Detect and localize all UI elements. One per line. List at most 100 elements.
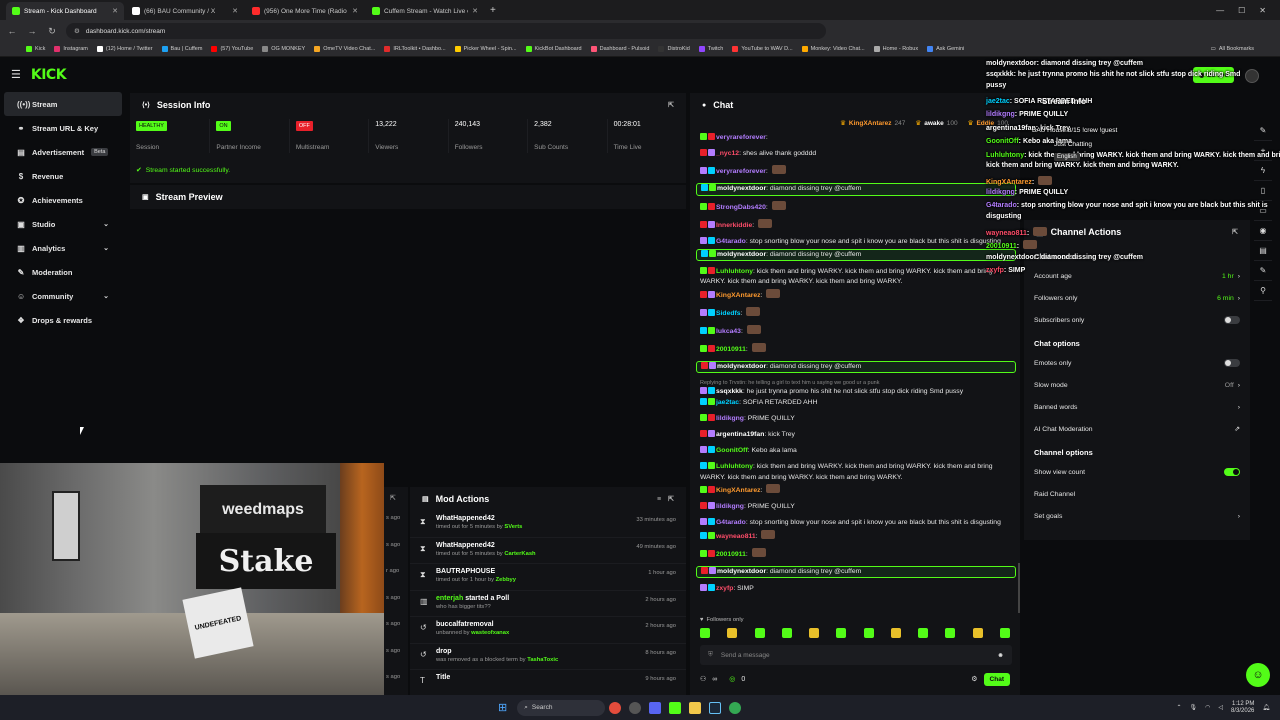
emote-shortcut-icon[interactable] — [890, 628, 901, 638]
popout-icon[interactable]: ⇱ — [668, 101, 674, 109]
bookmark-item[interactable]: Kick — [26, 46, 45, 52]
close-tab-icon[interactable]: ✕ — [352, 7, 358, 15]
mod-action-row[interactable]: ↺ buccalfatremoval unbanned by wasteofxana… — [410, 617, 686, 644]
chat-message[interactable]: wayneao811: — [696, 529, 1016, 543]
set-goals-setting[interactable]: Set goals › — [1024, 505, 1250, 527]
bookmark-item[interactable]: IRLToolkit • Dashbo... — [384, 46, 446, 52]
bookmark-item[interactable]: (57) YouTube — [211, 46, 253, 52]
video-icon[interactable]: ▤ — [1254, 241, 1272, 261]
browser-tab[interactable]: (956) One More Time (Radio Ed ✕ — [246, 2, 364, 20]
leaderboard-entry[interactable]: ♛ KingXAntarez 247 — [840, 119, 905, 128]
tool-icon[interactable]: ✎ — [1254, 261, 1272, 281]
account-age-setting[interactable]: Account age 1 hr › — [1024, 265, 1250, 287]
chat-message[interactable]: GoonitOff: Kebo aka lama — [696, 446, 1016, 457]
send-chat-button[interactable]: Chat — [983, 672, 1010, 686]
sidebar-item-analytics[interactable]: ▥ Analytics ⌄ — [4, 236, 122, 260]
document-icon[interactable]: ▯ — [1254, 181, 1272, 201]
bookmark-item[interactable]: (12) Home / Twitter — [96, 46, 153, 52]
chat-username[interactable]: ssqxkkk — [716, 388, 743, 395]
chat-username[interactable]: jae2tac — [716, 399, 739, 406]
taskbar-search[interactable]: ⌕ Search — [517, 699, 606, 716]
bookmark-item[interactable]: Ask Gemini — [927, 46, 964, 52]
sidebar-item-advertisement[interactable]: ▤ Advertisement Beta — [4, 140, 122, 164]
chat-message[interactable]: _nyc12: shes alive thank godddd — [696, 149, 1016, 160]
steam-taskbar-icon[interactable] — [709, 701, 722, 714]
sidebar-item-studio[interactable]: ▣ Studio ⌄ — [4, 212, 122, 236]
chat-username[interactable]: _nyc12 — [716, 150, 739, 157]
chat-message[interactable]: veryrareforever: — [696, 165, 1016, 178]
chat-username[interactable]: 20010911 — [716, 346, 746, 353]
mod-action-row[interactable]: T Title 9 hours ago — [410, 670, 686, 697]
bookmark-item[interactable]: Home - Robux — [873, 46, 918, 52]
emoji-icon[interactable]: ☻ — [997, 652, 1004, 659]
back-icon[interactable]: ← — [6, 26, 18, 36]
points-icon[interactable]: ◎ — [729, 675, 735, 683]
bookmark-item[interactable]: Dashboard - Pulsoid — [590, 46, 649, 52]
volume-icon[interactable]: ◁ — [1218, 704, 1223, 711]
mic-icon[interactable]: 🎙︎ — [1190, 704, 1198, 711]
banned-words-setting[interactable]: Banned words › — [1024, 396, 1250, 418]
chat-message[interactable]: StrongDabs420: — [696, 201, 1016, 214]
chat-message[interactable]: veryrareforever: — [696, 133, 1016, 144]
mod-action-row[interactable]: ⧗ WhatHappened42 timed out for 5 minutes b… — [410, 538, 686, 564]
emote-shortcut-icon[interactable] — [863, 628, 874, 638]
bookmark-item[interactable]: YouTube to WAV D... — [732, 46, 793, 52]
sidebar-item-drops-rewards[interactable]: ❖ Drops & rewards — [4, 308, 122, 332]
chat-message[interactable]: jae2tac: SOFIA RETARDED AHH — [696, 398, 1016, 409]
mod-action-row[interactable]: ▥ enterjah started a Poll who has bigger t… — [410, 591, 686, 617]
chat-username[interactable]: Luhluhtony — [716, 268, 753, 275]
chat-username[interactable]: Innerkiddie — [716, 222, 752, 229]
chevron-down-icon[interactable]: ⌄ — [103, 292, 109, 300]
chat-username[interactable]: moldynextdoor — [717, 185, 766, 192]
emote-shortcut-icon[interactable] — [754, 628, 765, 638]
bookmark-item[interactable]: OG MONKEY — [262, 46, 305, 52]
windows-start-icon[interactable]: ⊞ — [498, 701, 507, 714]
chat-username[interactable]: 20010911 — [716, 551, 746, 558]
chat-message[interactable]: G4tarado: stop snorting blow your nose a… — [696, 518, 1016, 529]
kick-taskbar-icon[interactable] — [669, 701, 682, 714]
tray-chevron-icon[interactable]: ⌃ — [1176, 704, 1181, 711]
leaderboard-entry[interactable]: ♛ awake 100 — [915, 119, 957, 128]
chat-username[interactable]: argentina19fan — [716, 431, 764, 438]
chat-message[interactable]: KingXAntarez: — [696, 288, 1016, 302]
chat-username[interactable]: G4tarado — [716, 519, 746, 526]
chat-message[interactable]: lildikgng: PRIME QUILLY — [696, 414, 1016, 425]
channel-actions-popout-icon[interactable]: ⇱ — [1232, 228, 1238, 236]
bookmark-item[interactable]: OmeTV Video Chat... — [314, 46, 375, 52]
explorer-taskbar-icon[interactable] — [689, 701, 702, 714]
browser-tab[interactable]: Stream - Kick Dashboard ✕ — [6, 2, 124, 20]
chat-message[interactable]: Innerkiddie: — [696, 219, 1016, 232]
chat-scrollbar[interactable] — [1018, 563, 1020, 613]
bolt-icon[interactable]: ϟ — [1254, 161, 1272, 181]
sidebar-item-community[interactable]: ☺ Community ⌄ — [4, 284, 122, 308]
chrome-taskbar-icon[interactable] — [609, 701, 622, 714]
filter-icon[interactable]: ≡ — [657, 496, 661, 503]
kick-logo[interactable]: KICK — [31, 67, 67, 83]
chat-username[interactable]: moldynextdoor — [717, 363, 766, 370]
mod-actions-popout-icon[interactable]: ⇱ — [668, 495, 674, 503]
chat-message[interactable]: zxyfp: SIMP — [696, 583, 1016, 595]
ai-moderation-setting[interactable]: AI Chat Moderation ⇗ — [1024, 418, 1250, 440]
chrome2-taskbar-icon[interactable] — [729, 701, 742, 714]
url-field[interactable]: ⚙ dashboard.kick.com/stream — [66, 23, 826, 39]
chat-username[interactable]: Luhluhtony — [716, 463, 753, 470]
emote-shortcut-icon[interactable] — [809, 628, 820, 638]
reload-icon[interactable]: ↻ — [46, 26, 58, 37]
help-chat-button[interactable]: ☺ — [1246, 663, 1270, 687]
mod-action-row[interactable]: ⧗ BAUTRAPHOUSE timed out for 1 hour by Zeb… — [410, 564, 686, 591]
show-view-count-toggle[interactable] — [1224, 468, 1240, 476]
all-bookmarks-button[interactable]: ▭ All Bookmarks — [1211, 46, 1254, 52]
chat-message[interactable]: 20010911: — [696, 547, 1016, 561]
chat-username[interactable]: veryrareforever — [716, 168, 766, 175]
chat-message[interactable]: ssqxkkk: he just trynna promo his shit h… — [696, 386, 1016, 398]
discord-taskbar-icon[interactable] — [649, 701, 662, 714]
emote-shortcut-icon[interactable] — [972, 628, 983, 638]
chat-settings-icon[interactable]: ⚙ — [971, 675, 977, 683]
chat-username[interactable]: StrongDabs420 — [716, 204, 766, 211]
clock[interactable]: 1:12 PM 8/3/2026 — [1231, 701, 1254, 715]
chat-message[interactable]: lildikgng: PRIME QUILLY — [696, 502, 1016, 513]
chat-message[interactable]: Luhluhtony: kick them and bring WARKY. k… — [696, 266, 1016, 288]
chevron-down-icon[interactable]: ⌄ — [103, 220, 109, 228]
sidebar-item-stream-url-key[interactable]: ⚭ Stream URL & Key — [4, 116, 122, 140]
emote-shortcut-icon[interactable] — [945, 628, 956, 638]
